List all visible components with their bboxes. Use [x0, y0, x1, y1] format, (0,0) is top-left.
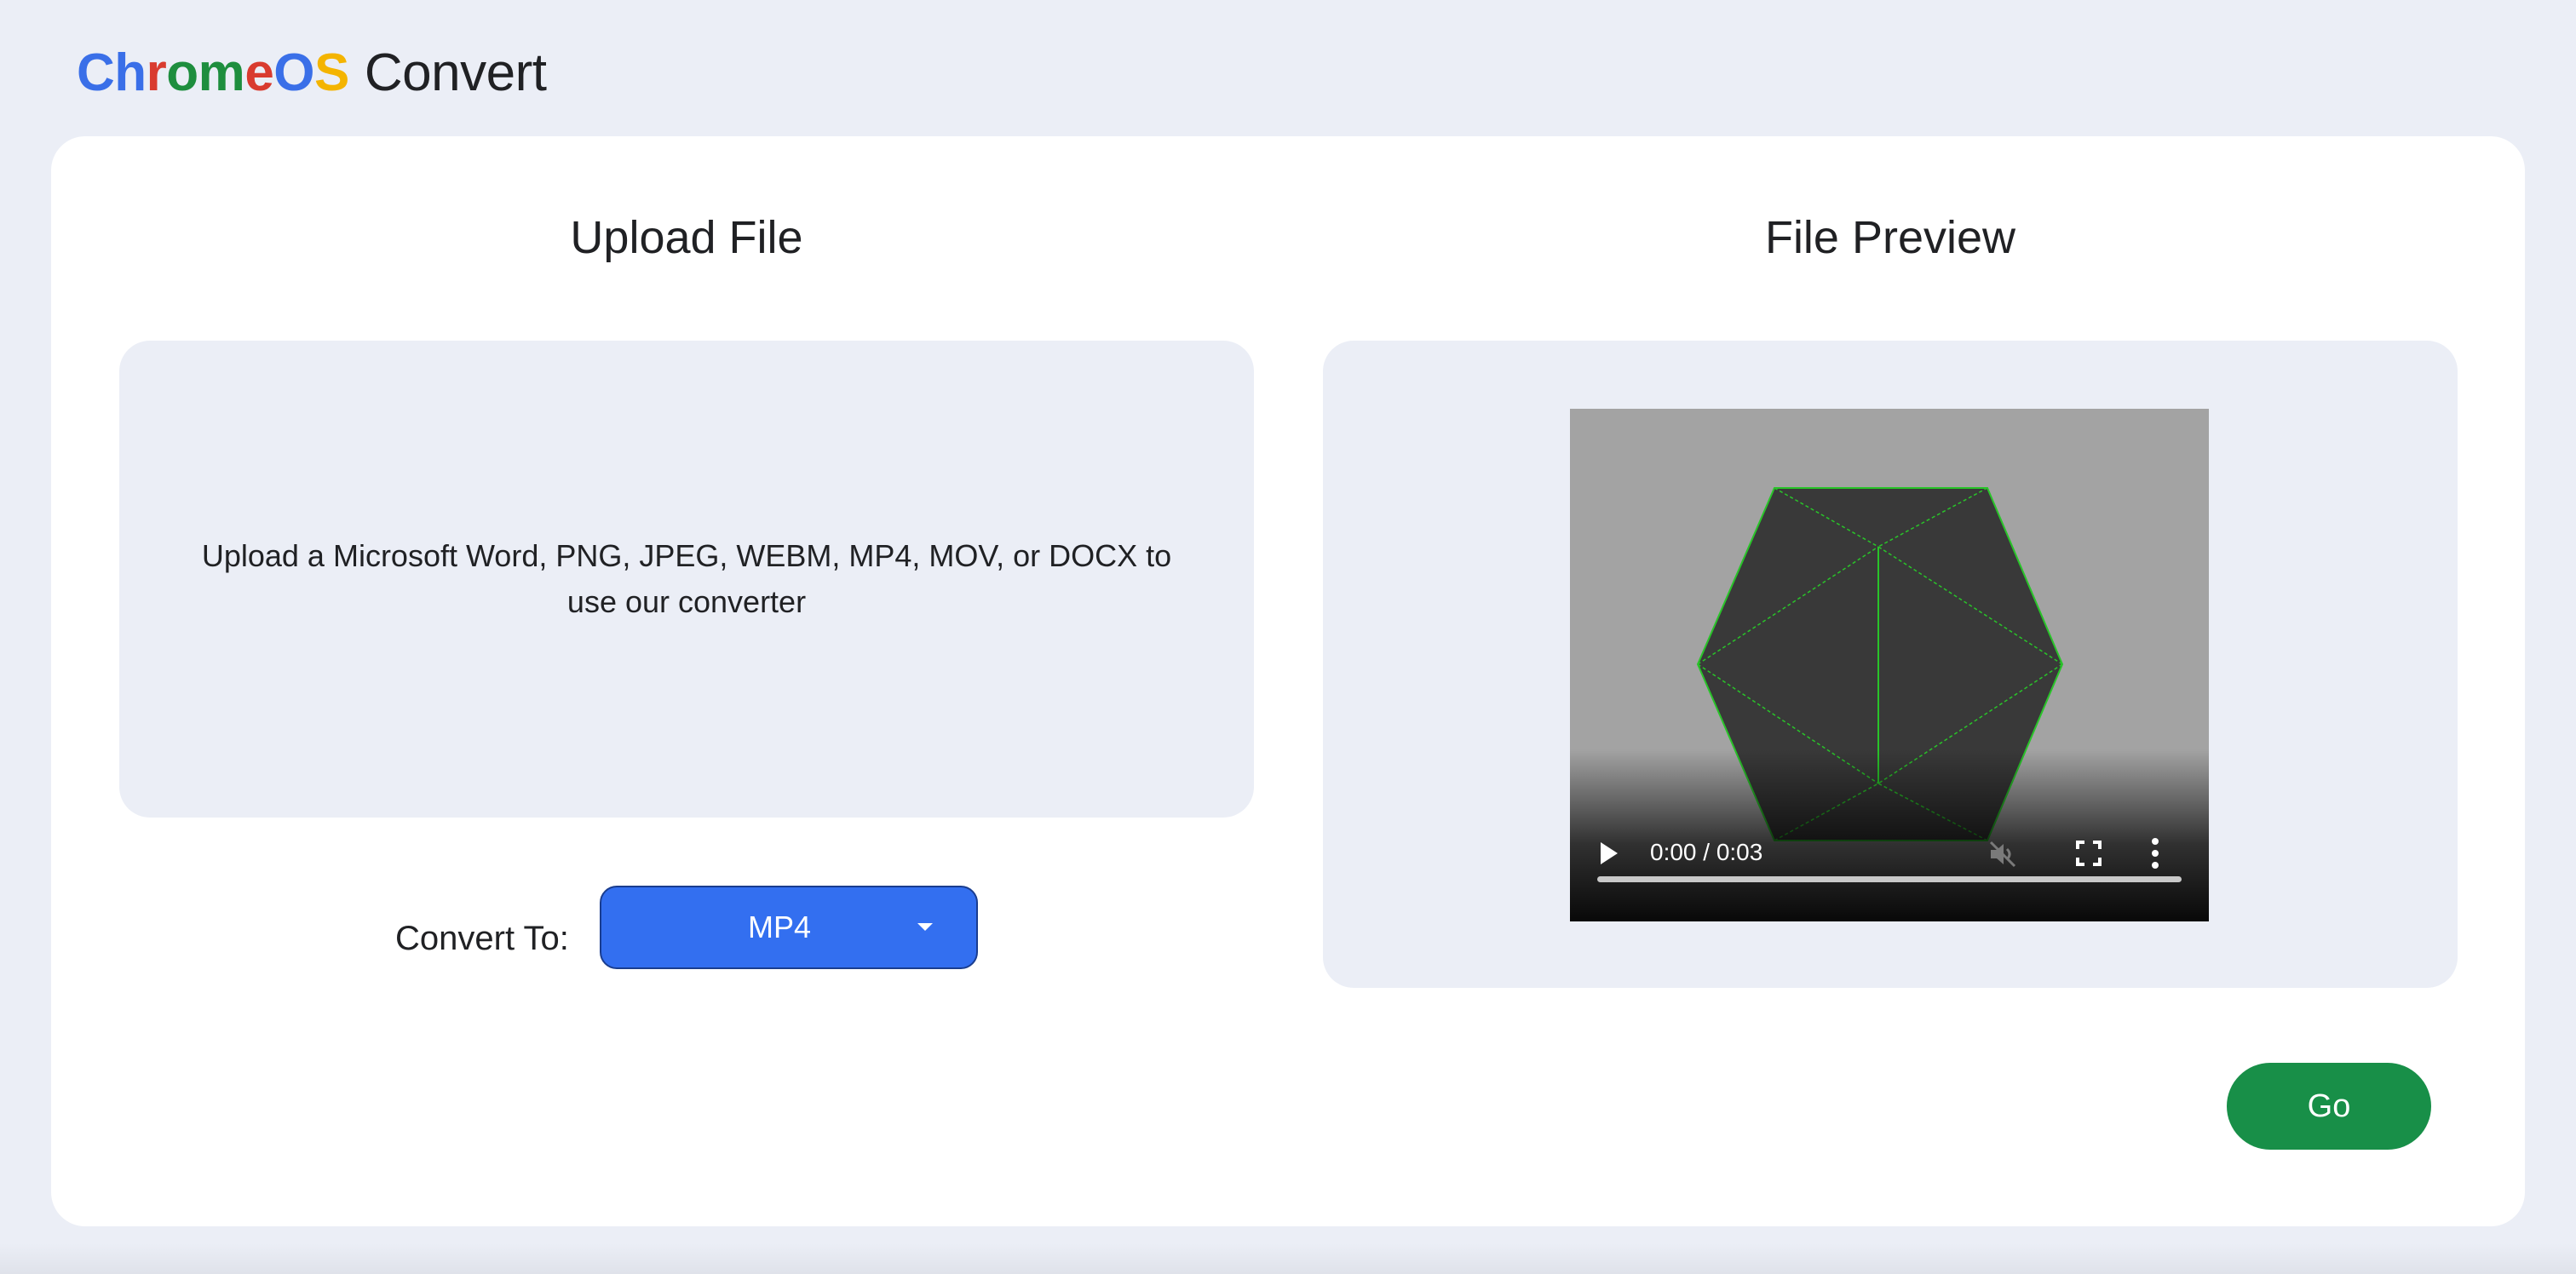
- video-controls: 0:00 / 0:03: [1570, 822, 2209, 921]
- play-icon[interactable]: [1599, 841, 1619, 866]
- logo-letter: o: [166, 43, 198, 102]
- logo-letter: r: [146, 43, 167, 102]
- video-time-display: 0:00 / 0:03: [1650, 839, 1763, 865]
- volume-muted-icon[interactable]: [1987, 839, 2018, 869]
- fullscreen-icon[interactable]: [2074, 839, 2103, 868]
- preview-panel: 0:00 / 0:03: [1323, 341, 2458, 988]
- convert-to-label: Convert To:: [395, 920, 569, 957]
- converter-card: Upload File File Preview Upload a Micros…: [51, 136, 2525, 1226]
- chromeos-logo: C h r o m e O S: [77, 43, 349, 103]
- convert-to-row: Convert To: MP4: [51, 886, 1322, 971]
- upload-dropzone[interactable]: Upload a Microsoft Word, PNG, JPEG, WEBM…: [119, 341, 1254, 818]
- video-player[interactable]: 0:00 / 0:03: [1570, 409, 2209, 921]
- window-bottom-edge: [0, 1243, 2576, 1274]
- preview-section-title: File Preview: [1764, 212, 2016, 263]
- logo-letter: m: [198, 43, 245, 102]
- upload-section-title: Upload File: [570, 212, 803, 263]
- logo-letter: O: [273, 43, 315, 102]
- video-progress-bar[interactable]: [1597, 876, 2182, 882]
- logo-letter: S: [314, 43, 349, 102]
- chevron-down-icon: [917, 923, 933, 931]
- logo-letter: C: [77, 43, 115, 102]
- format-select-value: MP4: [747, 910, 812, 944]
- upload-hint-text: Upload a Microsoft Word, PNG, JPEG, WEBM…: [201, 538, 1172, 619]
- more-options-icon[interactable]: [2149, 837, 2161, 869]
- logo-letter: h: [114, 43, 147, 102]
- logo-letter: e: [244, 43, 274, 102]
- format-select[interactable]: MP4: [600, 886, 978, 969]
- app-header: C h r o m e O S Convert: [77, 34, 547, 111]
- go-button[interactable]: Go: [2227, 1063, 2431, 1150]
- app-name: Convert: [364, 43, 547, 102]
